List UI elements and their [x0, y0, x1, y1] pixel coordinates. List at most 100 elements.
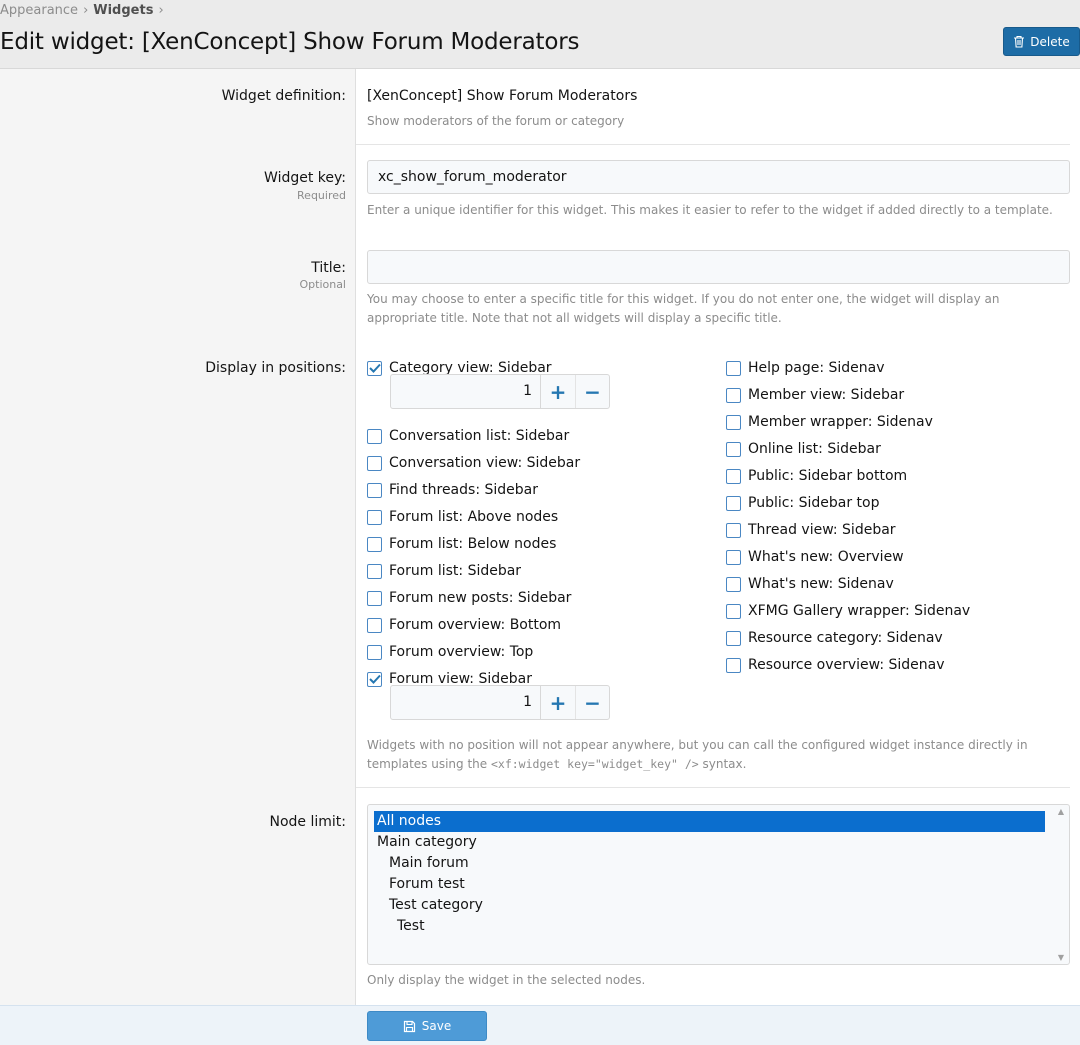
checkbox-icon[interactable] — [367, 644, 382, 660]
position-checkbox-label: Thread view: Sidebar — [748, 522, 896, 538]
position-checkbox-forum-overview-bottom[interactable]: Forum overview: Bottom — [367, 616, 561, 634]
checkbox-icon[interactable] — [726, 414, 741, 430]
checkbox-icon[interactable] — [726, 657, 741, 673]
checkbox-icon[interactable] — [367, 536, 382, 552]
checkbox-icon[interactable] — [367, 590, 382, 606]
node-option-main-forum[interactable]: Main forum — [374, 853, 1045, 874]
position-checkbox-online-list-sidebar[interactable]: Online list: Sidebar — [726, 440, 881, 458]
increment-button[interactable]: + — [541, 375, 575, 408]
listbox-scrollbar[interactable]: ▲ ▼ — [1053, 805, 1069, 964]
checkbox-icon[interactable] — [726, 360, 741, 376]
checkbox-checked-icon[interactable] — [367, 671, 382, 687]
position-checkbox-label: XFMG Gallery wrapper: Sidenav — [748, 603, 971, 619]
scroll-up-icon[interactable]: ▲ — [1058, 807, 1064, 816]
position-checkbox-forum-list-above-nodes[interactable]: Forum list: Above nodes — [367, 508, 558, 526]
position-checkbox-xfmg-gallery-wrapper-sidenav[interactable]: XFMG Gallery wrapper: Sidenav — [726, 602, 970, 620]
widget-key-label: Widget key: — [264, 170, 346, 186]
position-checkbox-forum-list-sidebar[interactable]: Forum list: Sidebar — [367, 562, 521, 580]
position-checkbox-label: Forum new posts: Sidebar — [389, 590, 572, 606]
breadcrumb-appearance[interactable]: Appearance — [0, 3, 78, 18]
node-option-forum-test[interactable]: Forum test — [374, 874, 1045, 895]
position-checkbox-label: Conversation list: Sidebar — [389, 428, 570, 444]
node-option-test-category[interactable]: Test category — [374, 895, 1045, 916]
checkbox-icon[interactable] — [726, 387, 741, 403]
form-label-column — [0, 69, 356, 1005]
checkbox-icon[interactable] — [367, 482, 382, 498]
delete-button[interactable]: Delete — [1003, 27, 1080, 56]
position-checkbox-forum-overview-top[interactable]: Forum overview: Top — [367, 643, 533, 661]
widget-form: Widget definition: [XenConcept] Show For… — [0, 68, 1080, 1005]
checkbox-icon[interactable] — [367, 617, 382, 633]
trash-icon — [1014, 35, 1025, 48]
save-icon — [403, 1020, 415, 1032]
checkbox-icon[interactable] — [726, 522, 741, 538]
widget-definition-description: Show moderators of the forum or category — [367, 114, 625, 128]
node-option-main-category[interactable]: Main category — [374, 832, 1045, 853]
position-checkbox-find-threads-sidebar[interactable]: Find threads: Sidebar — [367, 481, 538, 499]
save-button-label: Save — [421, 1019, 452, 1033]
position-checkbox-label: Find threads: Sidebar — [389, 482, 538, 498]
decrement-button[interactable]: − — [575, 686, 609, 719]
position-checkbox-forum-new-posts-sidebar[interactable]: Forum new posts: Sidebar — [367, 589, 571, 607]
checkbox-icon[interactable] — [367, 563, 382, 579]
position-checkbox-label: Conversation view: Sidebar — [389, 455, 581, 471]
breadcrumb-widgets[interactable]: Widgets — [93, 3, 153, 18]
checkbox-icon[interactable] — [726, 603, 741, 619]
save-button[interactable]: Save — [367, 1011, 487, 1041]
position-checkbox-label: Forum list: Sidebar — [389, 563, 522, 579]
widget-key-explain: Enter a unique identifier for this widge… — [367, 203, 1053, 217]
row-divider — [356, 787, 1070, 788]
widget-key-input[interactable] — [367, 160, 1070, 194]
position-checkbox-conversation-list-sidebar[interactable]: Conversation list: Sidebar — [367, 427, 569, 445]
node-limit-select[interactable]: ▲ ▼ All nodes Main category Main forum Foru… — [367, 804, 1070, 965]
increment-button[interactable]: + — [541, 686, 575, 719]
position-checkbox-public-sidebar-bottom[interactable]: Public: Sidebar bottom — [726, 467, 907, 485]
checkbox-icon[interactable] — [726, 441, 741, 457]
position-checkbox-member-wrapper-sidenav[interactable]: Member wrapper: Sidenav — [726, 413, 933, 431]
position-checkbox-conversation-view-sidebar[interactable]: Conversation view: Sidebar — [367, 454, 580, 472]
display-order-stepper[interactable]: 1 + − — [390, 374, 610, 409]
checkbox-icon[interactable] — [726, 468, 741, 484]
checkbox-icon[interactable] — [726, 630, 741, 646]
node-limit-explain: Only display the widget in the selected … — [367, 973, 646, 987]
display-order-input[interactable]: 1 — [391, 686, 541, 719]
checkbox-icon[interactable] — [726, 495, 741, 511]
title-input[interactable] — [367, 250, 1070, 284]
checkbox-icon[interactable] — [367, 509, 382, 525]
position-checkbox-label: Forum list: Below nodes — [389, 536, 557, 552]
position-checkbox-label: Member view: Sidebar — [748, 387, 905, 403]
position-checkbox-what-s-new-overview[interactable]: What's new: Overview — [726, 548, 904, 566]
position-checkbox-label: Member wrapper: Sidenav — [748, 414, 933, 430]
widget-tag-code: <xf:widget key="widget_key" /> — [490, 757, 699, 771]
decrement-button[interactable]: − — [575, 375, 609, 408]
form-footer: Save — [0, 1005, 1080, 1045]
display-order-input[interactable]: 1 — [391, 375, 541, 408]
checkbox-icon[interactable] — [726, 549, 741, 565]
position-checkbox-public-sidebar-top[interactable]: Public: Sidebar top — [726, 494, 880, 512]
position-checkbox-resource-category-sidenav[interactable]: Resource category: Sidenav — [726, 629, 943, 647]
position-checkbox-label: What's new: Overview — [748, 549, 904, 565]
position-checkbox-resource-overview-sidenav[interactable]: Resource overview: Sidenav — [726, 656, 945, 674]
position-checkbox-what-s-new-sidenav[interactable]: What's new: Sidenav — [726, 575, 894, 593]
widget-key-required-hint: Required — [297, 189, 346, 202]
checkbox-icon[interactable] — [367, 428, 382, 444]
checkbox-checked-icon[interactable] — [367, 360, 382, 376]
widget-definition-value: [XenConcept] Show Forum Moderators — [367, 88, 638, 104]
position-checkbox-thread-view-sidebar[interactable]: Thread view: Sidebar — [726, 521, 896, 539]
node-option-test[interactable]: Test — [374, 916, 1045, 937]
position-checkbox-label: Public: Sidebar top — [748, 495, 880, 511]
checkbox-icon[interactable] — [367, 455, 382, 471]
position-checkbox-member-view-sidebar[interactable]: Member view: Sidebar — [726, 386, 904, 404]
title-explain: You may choose to enter a specific title… — [367, 292, 1000, 325]
scroll-down-icon[interactable]: ▼ — [1058, 953, 1064, 962]
position-checkbox-label: Resource category: Sidenav — [748, 630, 943, 646]
display-order-stepper[interactable]: 1 + − — [390, 685, 610, 720]
positions-explain: Widgets with no position will not appear… — [367, 738, 1028, 771]
position-checkbox-label: Public: Sidebar bottom — [748, 468, 908, 484]
node-option-all-nodes[interactable]: All nodes — [374, 811, 1045, 832]
checkbox-icon[interactable] — [726, 576, 741, 592]
page-title: Edit widget: [XenConcept] Show Forum Mod… — [0, 29, 580, 55]
chevron-right-icon: › — [158, 3, 164, 18]
position-checkbox-help-page-sidenav[interactable]: Help page: Sidenav — [726, 359, 885, 377]
position-checkbox-forum-list-below-nodes[interactable]: Forum list: Below nodes — [367, 535, 556, 553]
